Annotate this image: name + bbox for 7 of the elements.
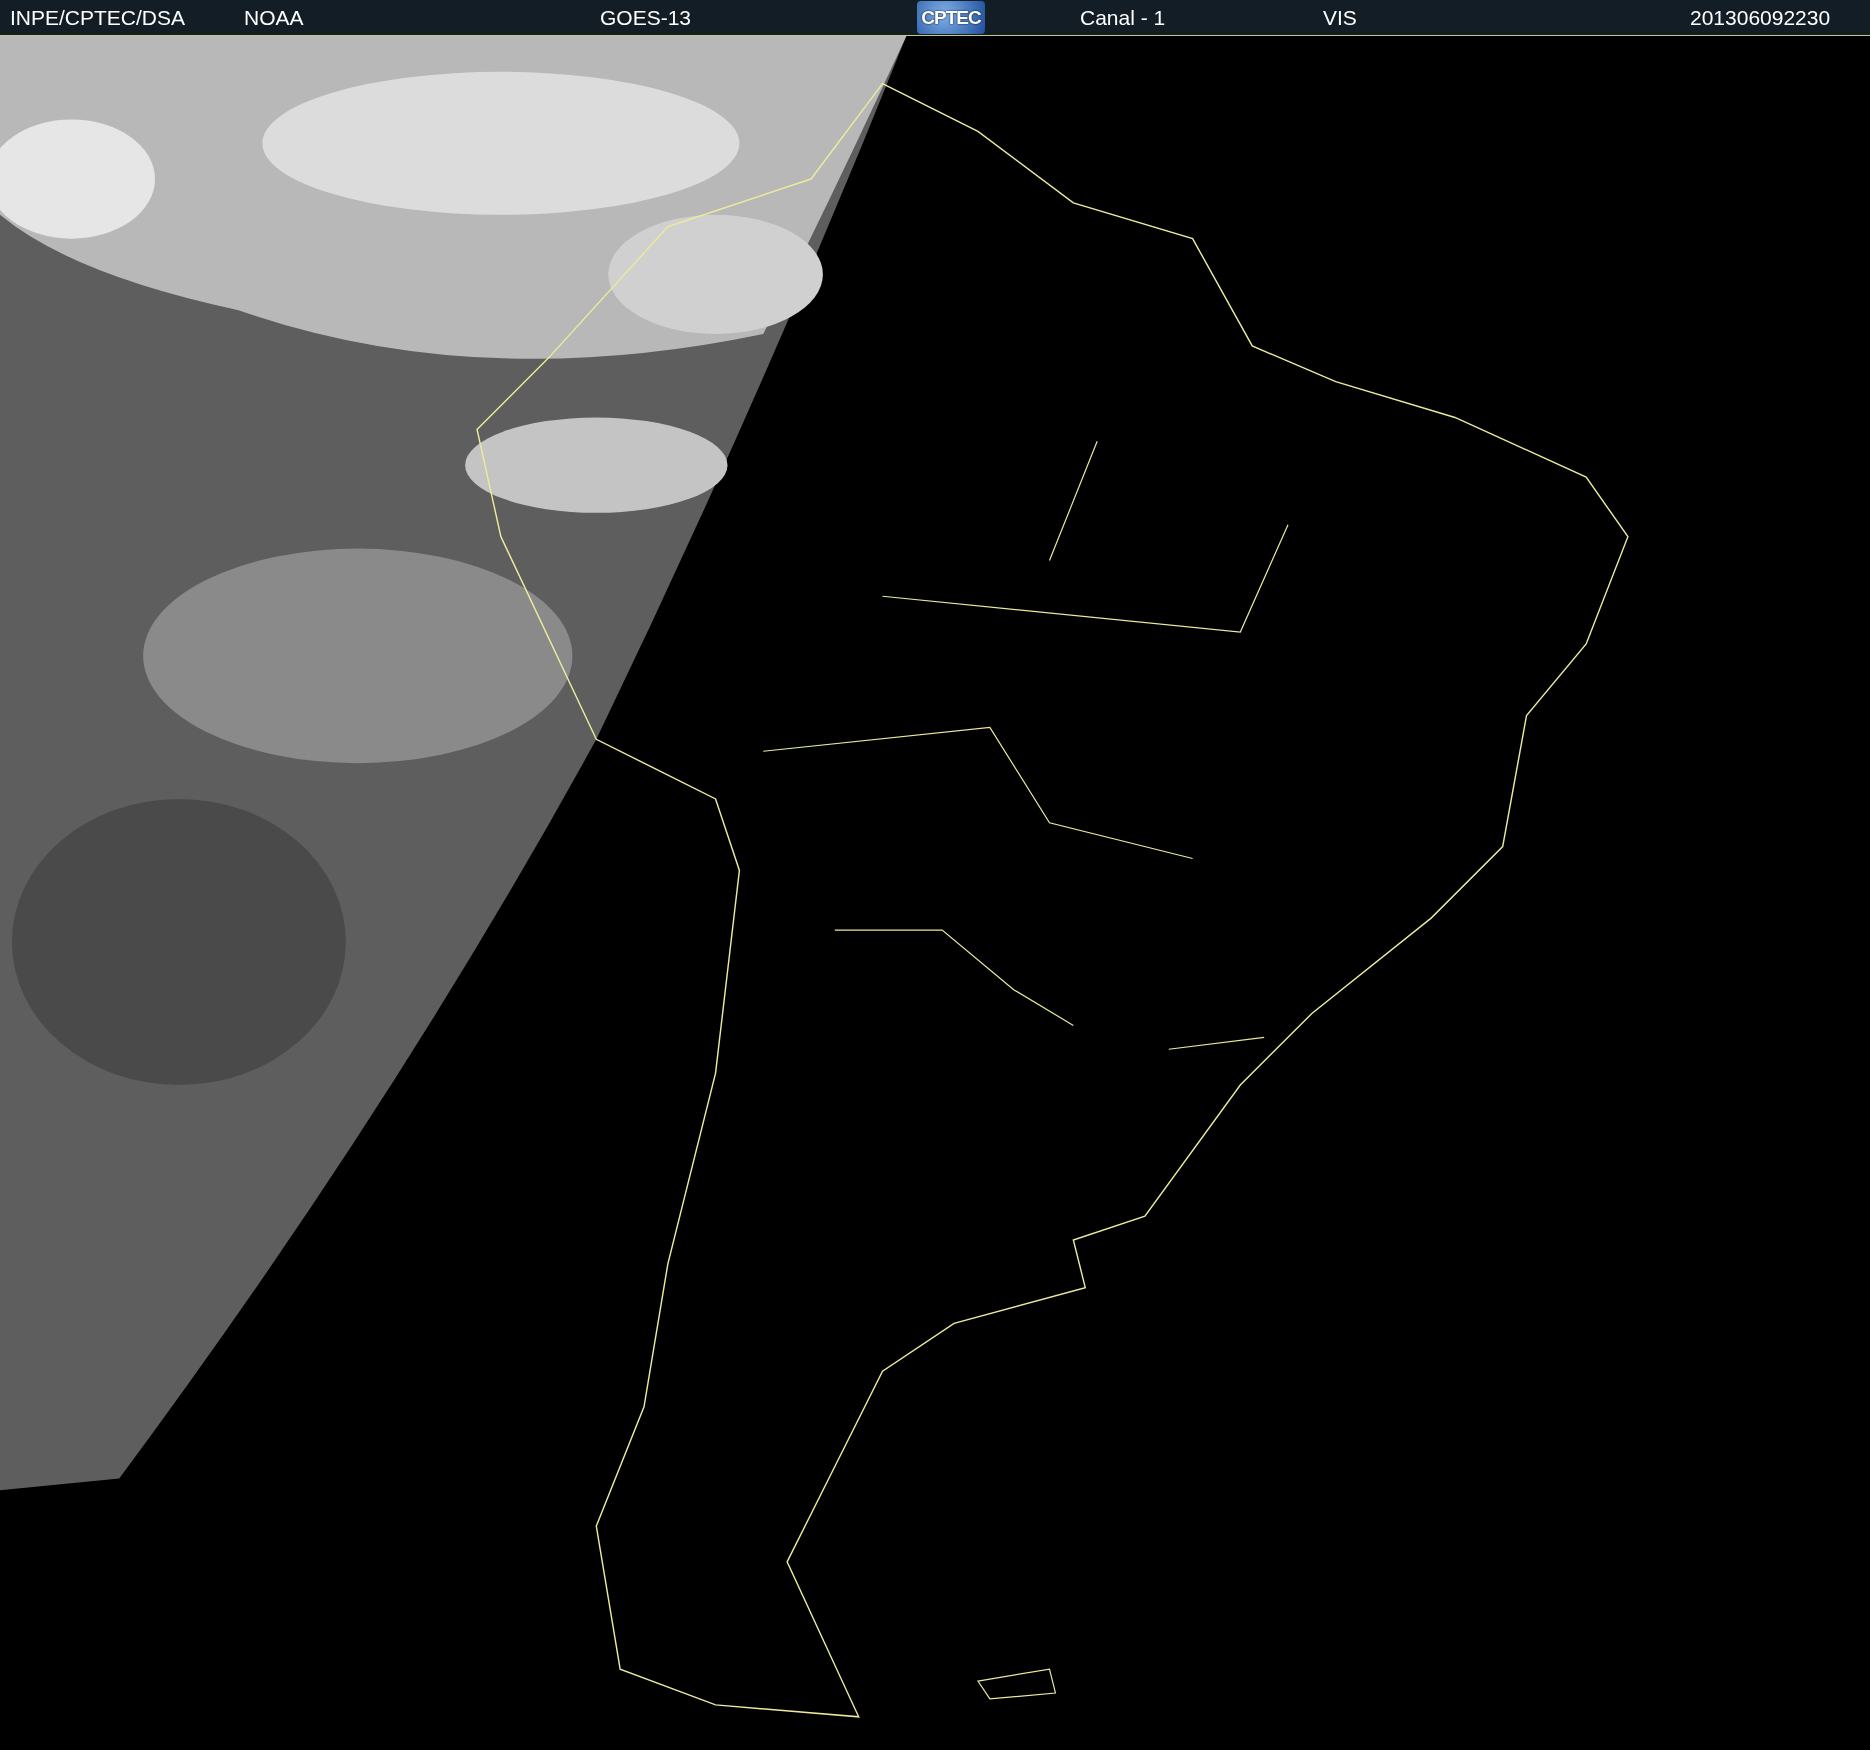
header-label: VIS bbox=[1323, 5, 1357, 31]
header-label: GOES-13 bbox=[600, 5, 692, 31]
header-label: 201306092230 bbox=[1690, 5, 1831, 31]
logo: CPTEC bbox=[917, 1, 985, 34]
header-label: NOAA bbox=[244, 5, 304, 31]
header-label: INPE/CPTEC/DSA bbox=[10, 5, 186, 31]
header-label: Canal - 1 bbox=[1080, 5, 1166, 31]
